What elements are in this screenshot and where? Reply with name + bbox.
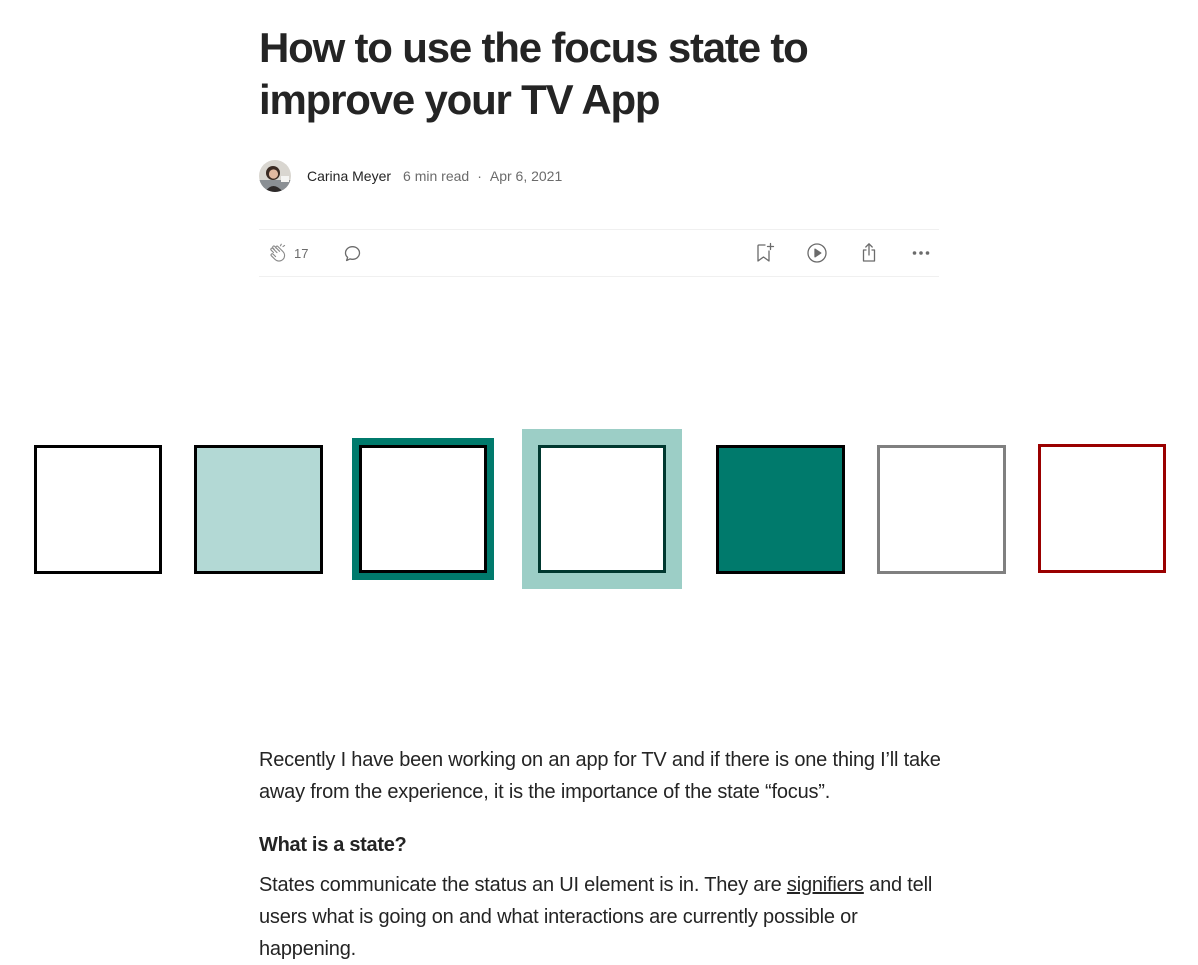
share-icon[interactable] [857, 241, 881, 265]
intro-paragraph: Recently I have been working on an app f… [259, 749, 941, 803]
state-focus-square [352, 438, 494, 580]
state-error-square [1038, 444, 1166, 573]
byline: Carina Meyer 6 min read · Apr 6, 2021 [259, 159, 562, 193]
play-icon[interactable] [805, 241, 829, 265]
read-time: 6 min read [403, 168, 470, 184]
meta-separator: · [477, 168, 482, 184]
bookmark-add-icon[interactable] [753, 241, 777, 265]
state-hover-square [194, 445, 323, 574]
more-icon[interactable] [909, 241, 933, 265]
author-name[interactable]: Carina Meyer [307, 168, 391, 184]
signifiers-link[interactable]: signifiers [787, 874, 864, 896]
state-default-square [34, 445, 162, 574]
clap-count: 17 [294, 246, 309, 261]
state-focus-light-square [522, 429, 682, 589]
state-disabled-square [877, 445, 1006, 574]
article-title: How to use the focus state to improve yo… [259, 24, 809, 123]
author-avatar[interactable] [259, 160, 291, 192]
clap-icon[interactable] [267, 241, 291, 265]
publish-date: Apr 6, 2021 [489, 168, 563, 184]
article-action-bar: 17 [259, 229, 939, 277]
section-heading: What is a state? [259, 834, 407, 856]
paragraph-text: States communicate the status an UI elem… [259, 874, 787, 896]
focus-states-figure [0, 420, 1198, 600]
comment-icon[interactable] [341, 241, 365, 265]
states-paragraph: States communicate the status an UI elem… [259, 869, 949, 965]
state-active-square [716, 445, 845, 574]
